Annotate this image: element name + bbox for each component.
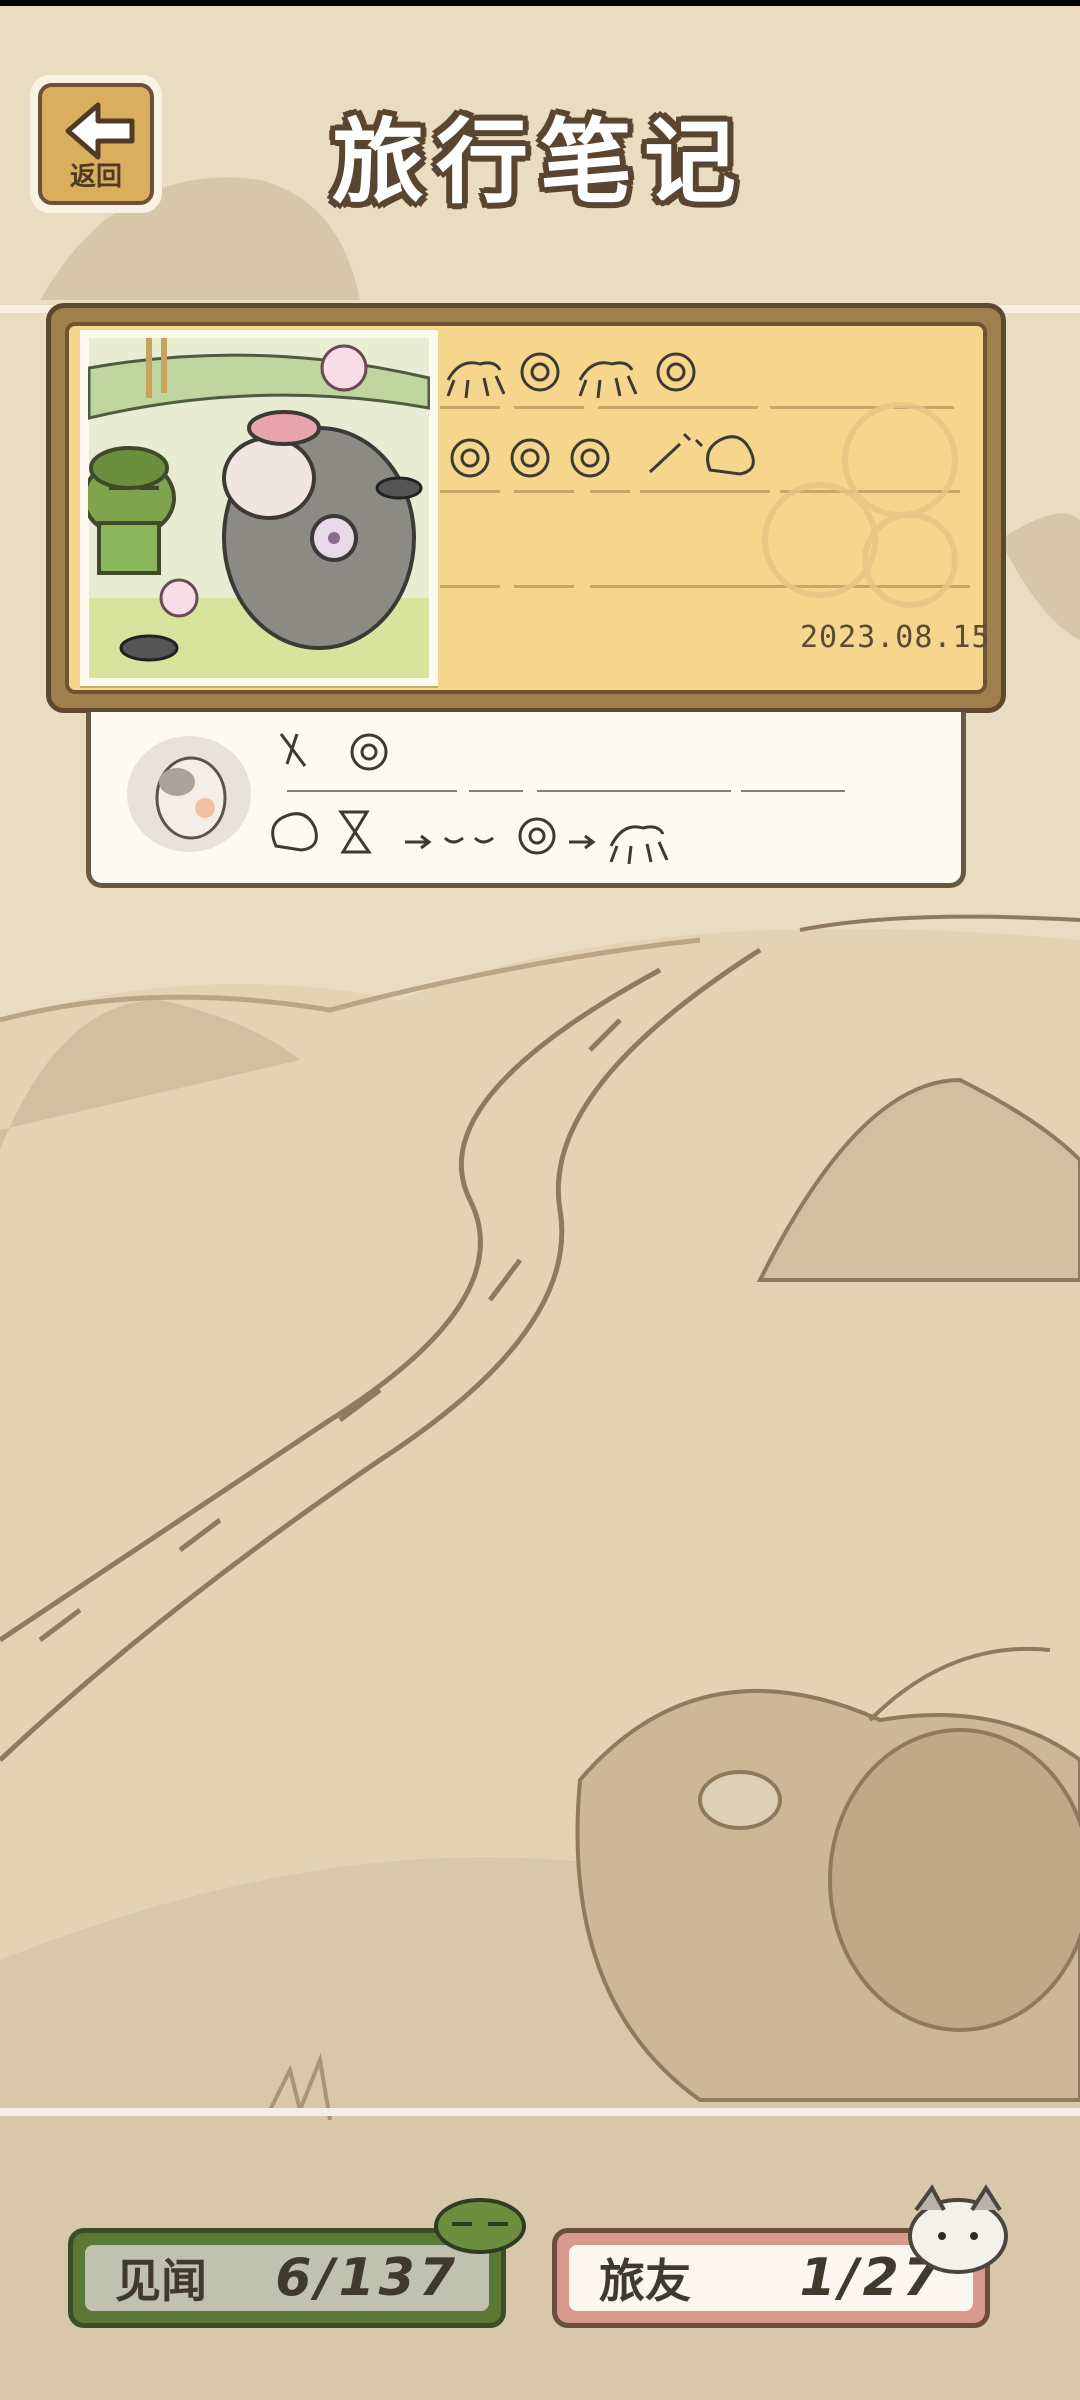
hamster-icon: [908, 2184, 1008, 2274]
sights-label: 见闻: [115, 2254, 207, 2308]
divider-bottom: [0, 2108, 1080, 2116]
journal-subnote: [86, 712, 966, 888]
journal-photo[interactable]: [80, 330, 438, 686]
page-title: 旅行笔记: [331, 108, 748, 216]
journal-date: 2023.08.15: [800, 620, 991, 655]
journal-notes-pictographs: [440, 352, 970, 608]
flower-icon: [520, 352, 560, 392]
frog-icon: [434, 2198, 526, 2254]
photo-illustration: [88, 338, 430, 678]
hamster-icon: [155, 756, 227, 840]
subnote-pictographs: [127, 733, 845, 865]
friends-label: 旅友: [599, 2254, 691, 2308]
ant-icon: [578, 361, 638, 399]
ant-icon: [446, 361, 506, 399]
flower-icon: [656, 352, 696, 392]
sights-count: 6/137: [275, 2248, 459, 2308]
